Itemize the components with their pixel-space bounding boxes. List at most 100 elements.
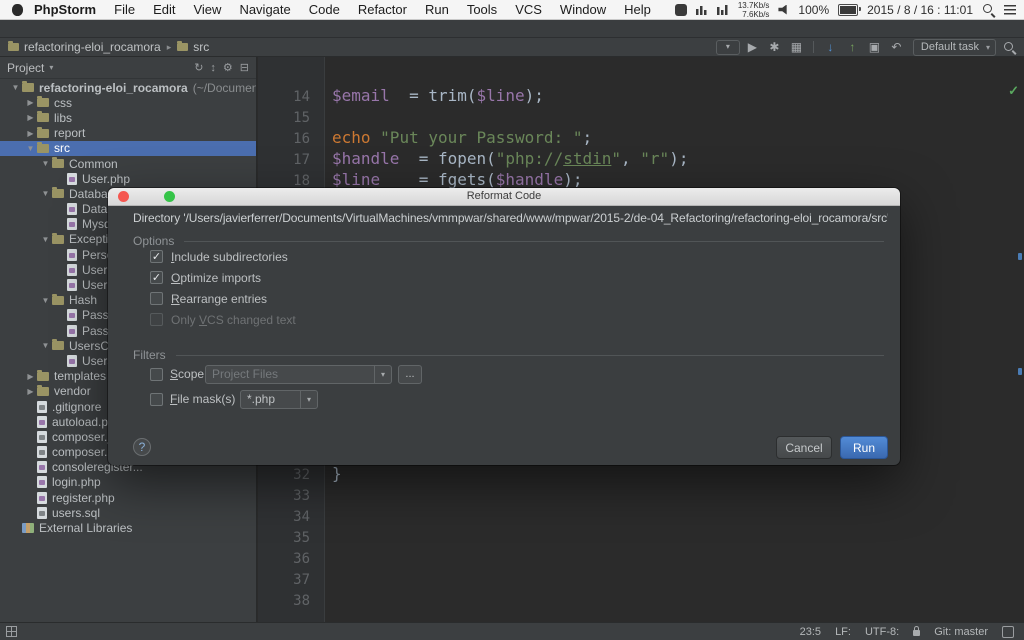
browse-button[interactable]: ... [398, 365, 422, 384]
menu-edit[interactable]: Edit [144, 2, 184, 17]
chevron-down-icon[interactable]: ▾ [300, 391, 317, 408]
code-line-33[interactable]: 33 [258, 484, 1024, 505]
tree-item-users-sql[interactable]: users.sql [0, 505, 256, 520]
code-line-34[interactable]: 34 [258, 505, 1024, 526]
menu-help[interactable]: Help [615, 2, 660, 17]
expand-arrow-closed[interactable]: ▶ [25, 98, 36, 107]
notification-center-icon[interactable] [1004, 5, 1016, 15]
apple-menu-icon[interactable] [12, 4, 23, 16]
volume-icon[interactable] [778, 5, 789, 15]
line-ending[interactable]: LF: [835, 626, 851, 638]
checkbox-include-subdirectories[interactable]: ✓ [150, 250, 163, 263]
checkbox-label[interactable]: Rearrange entries [171, 292, 267, 306]
git-branch[interactable]: Git: master [934, 626, 988, 638]
tree-item-login-php[interactable]: login.php [0, 475, 256, 490]
project-panel-title[interactable]: Project [7, 61, 44, 75]
file-mask-combo[interactable]: *.php ▾ [240, 390, 318, 409]
checkbox-rearrange-entries[interactable] [150, 292, 163, 305]
checkbox-label[interactable]: Only VCS changed text [171, 313, 296, 327]
caret-position[interactable]: 23:5 [800, 626, 821, 638]
expand-arrow-open[interactable]: ▼ [40, 159, 51, 168]
vcs-push-icon[interactable]: ↑ [843, 39, 862, 56]
breadcrumb-src[interactable]: src [193, 40, 209, 54]
code-line-15[interactable]: 15 [258, 106, 1024, 127]
network-speed-readout[interactable]: 13.7Kb/s 7.6Kb/s [738, 1, 770, 19]
menu-view[interactable]: View [184, 2, 230, 17]
scope-combo[interactable]: Project Files ▾ [205, 365, 392, 384]
gear-icon[interactable]: ⚙ [223, 61, 233, 74]
checkbox-file-mask[interactable] [150, 393, 163, 406]
code-line-32[interactable]: 32} [258, 463, 1024, 484]
tree-item-external-libraries[interactable]: External Libraries [0, 520, 256, 535]
window-titlebar[interactable] [0, 20, 1024, 38]
zoom-icon[interactable] [164, 191, 175, 202]
code-line-37[interactable]: 37 [258, 568, 1024, 589]
coverage-grid-icon[interactable]: ▦ [787, 39, 806, 56]
code-line-14[interactable]: 14$email = trim($line); [258, 85, 1024, 106]
changes-icon[interactable]: ▣ [865, 39, 884, 56]
expand-arrow-open[interactable]: ▼ [40, 341, 51, 350]
collapse-all-icon[interactable]: ⊟ [240, 61, 249, 74]
menu-refactor[interactable]: Refactor [349, 2, 416, 17]
help-button[interactable]: ? [133, 438, 151, 456]
network-chart-icon[interactable] [717, 4, 729, 15]
vcs-update-icon[interactable]: ↓ [821, 39, 840, 56]
menu-run[interactable]: Run [416, 2, 458, 17]
tree-item-register-php[interactable]: register.php [0, 490, 256, 505]
expand-arrow-open[interactable]: ▼ [40, 296, 51, 305]
scroll-to-source-icon[interactable]: ↕ [210, 62, 216, 74]
tree-item-src[interactable]: ▼src [0, 141, 256, 156]
task-combo[interactable]: Default task ▾ [913, 39, 996, 56]
checkbox-label[interactable]: Optimize imports [171, 271, 261, 285]
code-line-35[interactable]: 35 [258, 526, 1024, 547]
run-button[interactable]: Run [840, 436, 888, 459]
chevron-down-icon[interactable]: ▾ [49, 63, 53, 72]
code-line-16[interactable]: 16echo "Put your Password: "; [258, 127, 1024, 148]
encoding[interactable]: UTF-8: [865, 626, 899, 638]
menu-phpstorm[interactable]: PhpStorm [25, 2, 105, 17]
event-log-icon[interactable] [1002, 626, 1014, 638]
menu-tools[interactable]: Tools [458, 2, 506, 17]
tree-item-user-php[interactable]: User.php [0, 171, 256, 186]
file-mask-label[interactable]: File mask(s) [170, 392, 240, 406]
expand-arrow-closed[interactable]: ▶ [25, 387, 36, 396]
search-everywhere-icon[interactable] [1003, 41, 1016, 54]
tree-item-libs[interactable]: ▶libs [0, 110, 256, 125]
expand-arrow-open[interactable]: ▼ [25, 144, 36, 153]
checkbox-scope[interactable] [150, 368, 163, 381]
menu-window[interactable]: Window [551, 2, 615, 17]
run-config-combo[interactable]: ▾ [716, 40, 740, 55]
tree-item-refactoring-eloi-rocamora[interactable]: ▼refactoring-eloi_rocamora(~/Documents/V… [0, 80, 256, 95]
scrollbar-marker[interactable] [1018, 368, 1022, 375]
checkbox-only-vcs-changed-text[interactable] [150, 313, 163, 326]
tree-item-report[interactable]: ▶report [0, 126, 256, 141]
dialog-titlebar[interactable]: Reformat Code [108, 188, 900, 206]
breadcrumb-project[interactable]: refactoring-eloi_rocamora [24, 40, 161, 54]
checkbox-label[interactable]: Include subdirectories [171, 250, 288, 264]
battery-icon[interactable] [838, 4, 858, 16]
input-source-icon[interactable] [675, 4, 687, 16]
expand-arrow-open[interactable]: ▼ [10, 83, 21, 92]
code-line-18[interactable]: 18$line = fgets($handle); [258, 169, 1024, 190]
scope-label[interactable]: Scope [170, 367, 205, 381]
menu-code[interactable]: Code [300, 2, 349, 17]
refresh-icon[interactable]: ↻ [194, 61, 203, 74]
expand-arrow-open[interactable]: ▼ [40, 235, 51, 244]
close-icon[interactable] [118, 191, 129, 202]
menu-navigate[interactable]: Navigate [230, 2, 299, 17]
expand-arrow-closed[interactable]: ▶ [25, 372, 36, 381]
checkbox-optimize-imports[interactable]: ✓ [150, 271, 163, 284]
scrollbar-marker[interactable] [1018, 253, 1022, 260]
inspections-icon[interactable]: ✱ [765, 39, 784, 56]
expand-arrow-closed[interactable]: ▶ [25, 129, 36, 138]
expand-arrow-open[interactable]: ▼ [40, 189, 51, 198]
chevron-down-icon[interactable]: ▾ [374, 366, 391, 383]
code-line-38[interactable]: 38 [258, 589, 1024, 610]
inspection-ok-icon[interactable]: ✓ [1008, 83, 1019, 99]
tree-item-css[interactable]: ▶css [0, 95, 256, 110]
expand-arrow-closed[interactable]: ▶ [25, 113, 36, 122]
activity-chart-icon[interactable] [696, 4, 708, 15]
menu-vcs[interactable]: VCS [506, 2, 551, 17]
menubar-clock[interactable]: 2015 / 8 / 16 : 11:01 [867, 3, 973, 17]
rollback-icon[interactable]: ↶ [887, 39, 906, 56]
